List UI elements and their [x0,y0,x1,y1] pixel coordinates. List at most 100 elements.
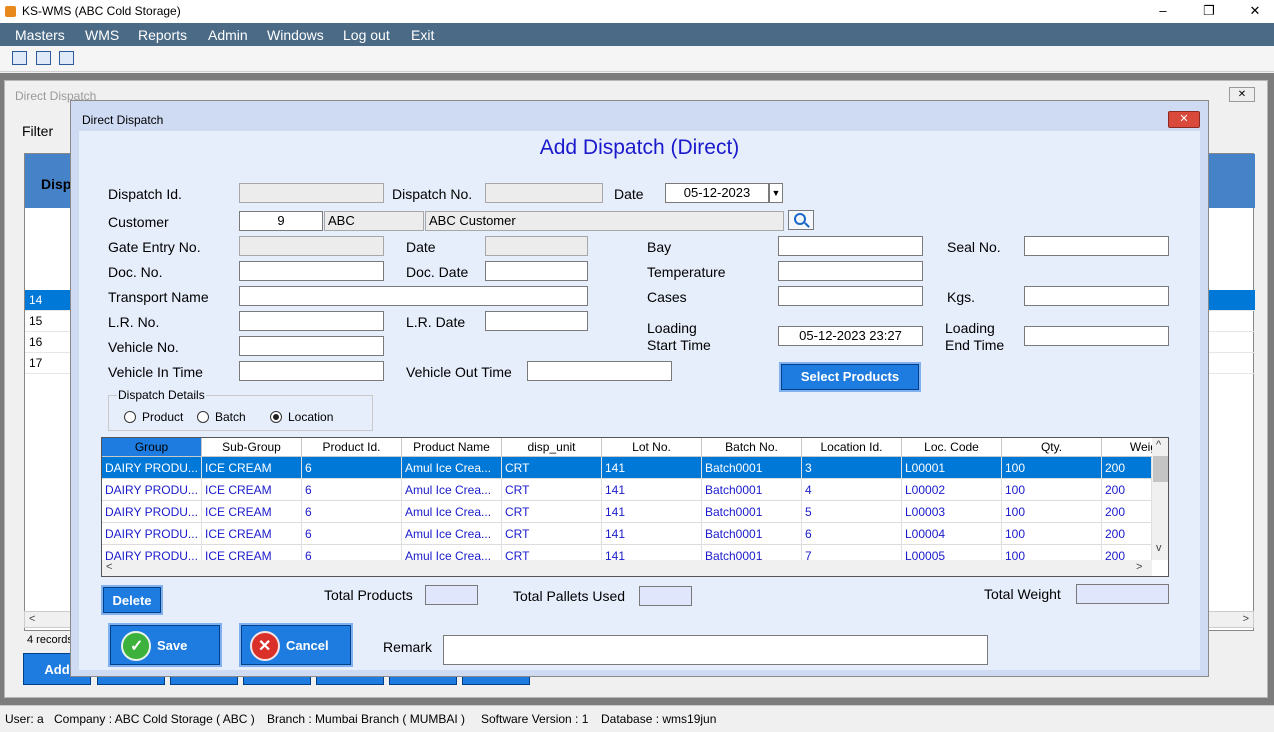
scroll-thumb[interactable] [1153,456,1168,482]
table-cell: Batch0001 [702,501,802,523]
table-cell: 6 [302,523,402,545]
table-cell: L00001 [902,457,1002,479]
customer-id-field[interactable]: 9 [239,211,323,231]
close-window-button[interactable]: ✕ [1242,2,1268,20]
menu-wms[interactable]: WMS [85,23,119,46]
menu-bar: Masters WMS Reports Admin Windows Log ou… [0,23,1274,46]
dispatch-details-group: Dispatch Details Product Batch Location [108,388,373,431]
table-cell: 100 [1002,457,1102,479]
scroll-right-icon[interactable]: > [1136,561,1142,573]
dialog-close-button[interactable]: ✕ [1168,111,1200,128]
table-cell: 6 [302,457,402,479]
kgs-field[interactable] [1024,286,1169,306]
vertical-scrollbar[interactable]: ^ v [1152,438,1168,560]
bay-field[interactable] [778,236,923,256]
loading-start-time-label: Loading Start Time [647,320,711,354]
table-cell: 5 [802,501,902,523]
scroll-right-icon[interactable]: > [1243,613,1249,625]
dispatch-id-label: Dispatch Id. [108,186,182,202]
column-header[interactable]: Lot No. [602,438,702,457]
vehicle-no-field[interactable] [239,336,384,356]
gate-date-field[interactable] [485,236,588,256]
column-header[interactable]: Location Id. [802,438,902,457]
column-header[interactable]: Sub-Group [202,438,302,457]
menu-reports[interactable]: Reports [138,23,187,46]
table-cell: L00003 [902,501,1002,523]
doc-date-label: Doc. Date [406,264,469,280]
restore-button[interactable]: ❐ [1196,2,1222,20]
doc-date-field[interactable] [485,261,588,281]
loading-end-time-field[interactable] [1024,326,1169,346]
table-row[interactable]: DAIRY PRODU... ICE CREAM 6 Amul Ice Crea...… [102,457,1152,479]
select-products-button[interactable]: Select Products [781,364,919,390]
vehicle-no-label: Vehicle No. [108,339,179,355]
vehicle-in-time-field[interactable] [239,361,384,381]
remark-field[interactable] [443,635,988,665]
customer-label: Customer [108,214,169,230]
search-icon[interactable] [788,210,814,230]
horizontal-scrollbar[interactable]: < > [102,560,1152,576]
temperature-field[interactable] [778,261,923,281]
table-row[interactable]: DAIRY PRODU... ICE CREAM 6 Amul Ice Crea...… [102,523,1152,545]
radio-product[interactable] [124,411,136,423]
toolbar [0,46,1274,72]
column-header[interactable]: Loc. Code [902,438,1002,457]
table-cell: Amul Ice Crea... [402,457,502,479]
seal-no-field[interactable] [1024,236,1169,256]
vehicle-out-time-field[interactable] [527,361,672,381]
minimize-button[interactable]: – [1150,2,1176,20]
dispatch-products-grid: Group Sub-Group Product Id. Product Name… [101,437,1169,577]
total-products-field [425,585,478,605]
scroll-left-icon[interactable]: < [29,613,35,625]
menu-masters[interactable]: Masters [15,23,65,46]
column-header[interactable]: Qty. [1002,438,1102,457]
loading-end-line1: Loading [945,320,995,336]
scroll-left-icon[interactable]: < [106,561,112,573]
customer-name-field[interactable]: ABC Customer [425,211,784,231]
edit-icon[interactable] [12,51,27,65]
total-pallets-field [639,586,692,606]
column-header[interactable]: Batch No. [702,438,802,457]
date-field[interactable]: 05-12-2023 [665,183,769,203]
menu-exit[interactable]: Exit [411,23,434,46]
dispatch-no-label: Dispatch No. [392,186,473,202]
vehicle-out-time-label: Vehicle Out Time [406,364,512,380]
scroll-down-icon[interactable]: v [1156,542,1162,554]
background-close-button[interactable]: ✕ [1229,87,1255,102]
lr-no-field[interactable] [239,311,384,331]
loading-start-time-field[interactable]: 05-12-2023 23:27 [778,326,923,346]
report-icon[interactable] [59,51,74,65]
list-icon[interactable] [36,51,51,65]
radio-location[interactable] [270,411,282,423]
doc-no-field[interactable] [239,261,384,281]
transport-name-field[interactable] [239,286,588,306]
total-weight-label: Total Weight [984,586,1061,602]
menu-admin[interactable]: Admin [208,23,248,46]
table-cell: 6 [302,479,402,501]
lr-date-field[interactable] [485,311,588,331]
seal-no-label: Seal No. [947,239,1001,255]
dispatch-id-field[interactable] [239,183,384,203]
table-cell: 100 [1002,523,1102,545]
column-header[interactable]: disp_unit [502,438,602,457]
menu-logout[interactable]: Log out [343,23,390,46]
delete-button[interactable]: Delete [103,587,161,613]
title-bar: KS-WMS (ABC Cold Storage) – ❐ ✕ [0,0,1274,23]
customer-code-field[interactable]: ABC [324,211,424,231]
save-button[interactable]: ✓ Save [110,625,220,665]
cancel-button[interactable]: ✕ Cancel [241,625,351,665]
column-header[interactable]: Product Name [402,438,502,457]
status-company: Company : ABC Cold Storage ( ABC ) [54,712,255,726]
dispatch-no-field[interactable] [485,183,603,203]
cases-field[interactable] [778,286,923,306]
radio-batch[interactable] [197,411,209,423]
table-row[interactable]: DAIRY PRODU... ICE CREAM 6 Amul Ice Crea...… [102,479,1152,501]
column-header[interactable]: Group [102,438,202,457]
column-header[interactable]: Product Id. [302,438,402,457]
scroll-up-icon[interactable]: ^ [1156,439,1161,451]
table-row[interactable]: DAIRY PRODU... ICE CREAM 6 Amul Ice Crea...… [102,501,1152,523]
gate-entry-no-field[interactable] [239,236,384,256]
chevron-down-icon[interactable]: ▼ [769,183,783,203]
menu-windows[interactable]: Windows [267,23,324,46]
gate-entry-no-label: Gate Entry No. [108,239,201,255]
